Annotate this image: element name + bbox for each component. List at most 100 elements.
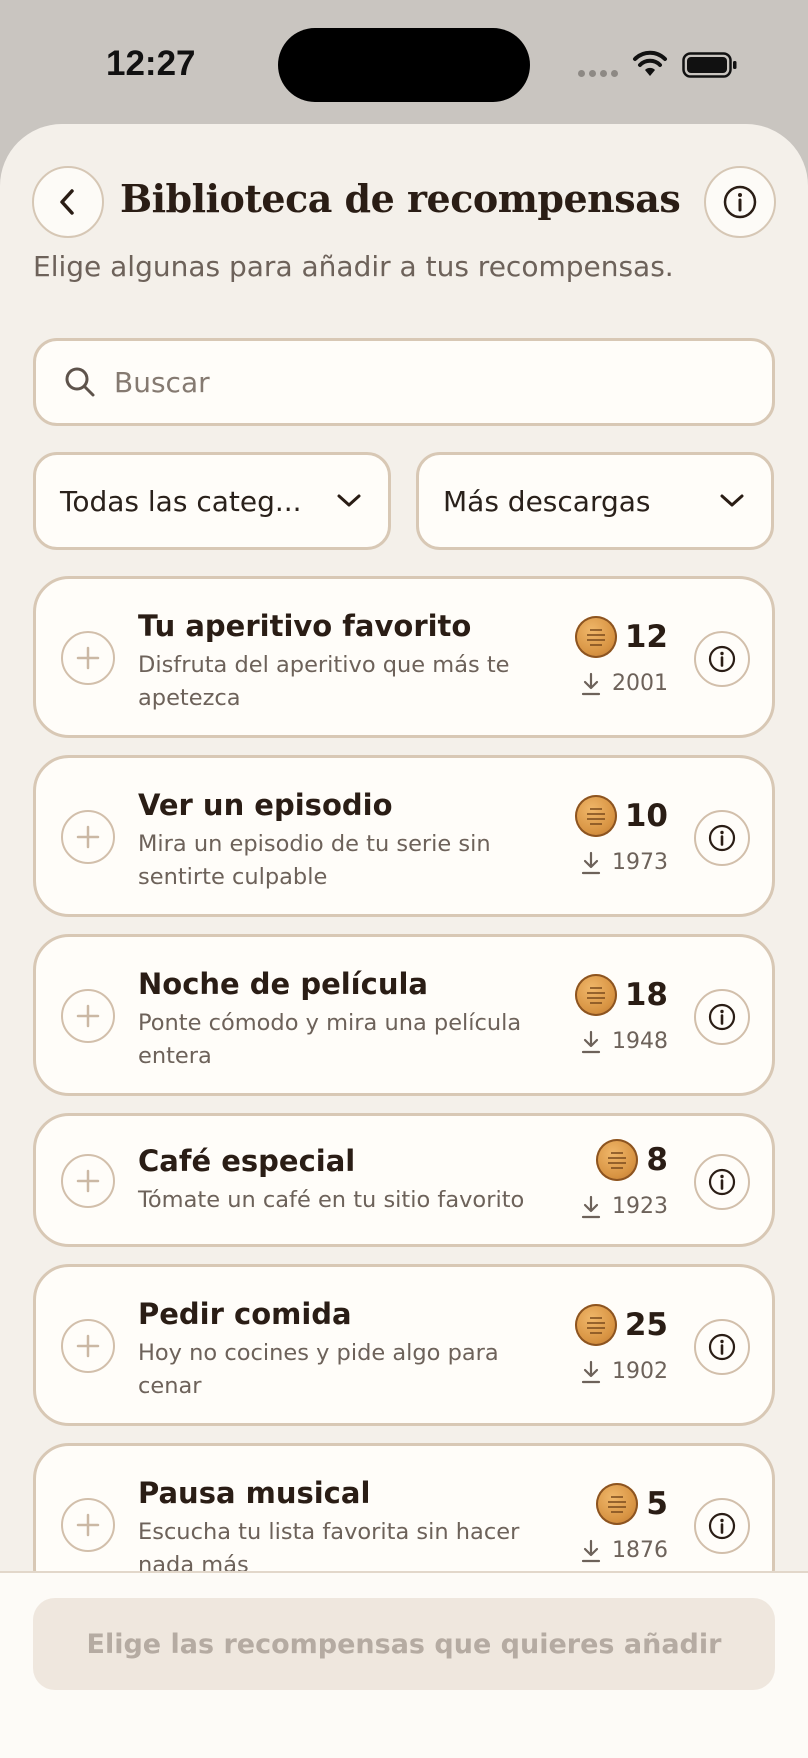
coin-value: 12 <box>624 619 668 655</box>
plus-icon <box>76 646 100 670</box>
reward-title: Noche de película <box>138 967 428 1001</box>
reward-card[interactable]: Ver un episodio Mira un episodio de tu s… <box>33 755 775 917</box>
plus-icon <box>76 1169 100 1193</box>
chevron-down-icon <box>337 494 361 507</box>
coin-icon <box>574 795 617 837</box>
info-icon <box>708 1168 736 1196</box>
download-icon <box>581 1539 601 1562</box>
sort-dropdown-value: Más descargas <box>443 484 651 518</box>
coin-icon <box>596 1139 639 1181</box>
page-title: Biblioteca de recompensas <box>120 176 681 221</box>
reward-cost: 25 <box>574 1304 668 1346</box>
reward-cost: 18 <box>574 974 668 1016</box>
downloads-count: 2001 <box>612 671 668 696</box>
reward-title: Tu aperitivo favorito <box>138 609 472 643</box>
reward-info-button[interactable] <box>694 1498 750 1554</box>
info-icon <box>708 1333 736 1361</box>
bottom-action-bar: Elige las recompensas que quieres añadir <box>0 1571 808 1758</box>
reward-title: Café especial <box>138 1144 356 1178</box>
coin-icon <box>574 616 617 658</box>
reward-cost: 8 <box>596 1139 668 1181</box>
reward-downloads: 2001 <box>580 671 668 696</box>
reward-cost: 12 <box>574 616 668 658</box>
info-icon <box>708 1003 736 1031</box>
reward-description: Mira un episodio de tu serie sin sentirt… <box>138 831 491 890</box>
back-icon <box>60 189 74 215</box>
reward-info-button[interactable] <box>694 1154 750 1210</box>
plus-icon <box>76 1513 100 1537</box>
reward-title: Ver un episodio <box>138 788 393 822</box>
plus-icon <box>76 1334 100 1358</box>
add-reward-button[interactable] <box>61 1154 115 1208</box>
coin-value: 25 <box>624 1307 668 1343</box>
reward-title: Pausa musical <box>138 1476 371 1510</box>
reward-downloads: 1876 <box>580 1538 668 1563</box>
category-dropdown-value: Todas las categ... <box>60 484 302 518</box>
reward-downloads: 1948 <box>580 1029 668 1054</box>
coin-icon <box>574 974 617 1016</box>
coin-value: 8 <box>646 1142 668 1178</box>
download-icon <box>581 1030 601 1053</box>
downloads-count: 1973 <box>612 850 668 875</box>
coin-value: 18 <box>624 977 668 1013</box>
reward-downloads: 1923 <box>580 1194 668 1219</box>
reward-info-button[interactable] <box>694 989 750 1045</box>
download-icon <box>581 1195 601 1218</box>
status-bar: 12:27 <box>0 0 808 125</box>
info-icon <box>708 645 736 673</box>
reward-info-button[interactable] <box>694 631 750 687</box>
wifi-icon <box>633 50 667 76</box>
downloads-count: 1902 <box>612 1359 668 1384</box>
status-time: 12:27 <box>106 44 196 83</box>
reward-card[interactable]: Café especial Tómate un café en tu sitio… <box>33 1113 775 1247</box>
reward-description: Ponte cómodo y mira una película entera <box>138 1010 522 1069</box>
sort-dropdown[interactable]: Más descargas <box>416 452 774 550</box>
page-subtitle: Elige algunas para añadir a tus recompen… <box>33 250 674 283</box>
info-icon <box>708 1512 736 1540</box>
cellular-signal-icon <box>578 70 618 77</box>
search-input[interactable] <box>114 365 714 399</box>
coin-value: 10 <box>624 798 668 834</box>
reward-card[interactable]: Pedir comida Hoy no cocines y pide algo … <box>33 1264 775 1426</box>
downloads-count: 1923 <box>612 1194 668 1219</box>
downloads-count: 1876 <box>612 1538 668 1563</box>
download-icon <box>581 851 601 874</box>
battery-icon <box>682 52 737 78</box>
coin-icon <box>574 1304 617 1346</box>
download-icon <box>581 1360 601 1383</box>
reward-description: Hoy no cocines y pide algo para cenar <box>138 1340 499 1399</box>
download-icon <box>581 672 601 695</box>
reward-library-sheet: Biblioteca de recompensas Elige algunas … <box>0 124 808 1758</box>
category-dropdown[interactable]: Todas las categ... <box>33 452 391 550</box>
reward-description: Disfruta del aperitivo que más te apetez… <box>138 652 510 711</box>
reward-card[interactable]: Noche de película Ponte cómodo y mira un… <box>33 934 775 1096</box>
reward-info-button[interactable] <box>694 1319 750 1375</box>
reward-title: Pedir comida <box>138 1297 352 1331</box>
add-reward-button[interactable] <box>61 631 115 685</box>
info-button[interactable] <box>704 166 776 238</box>
dynamic-island <box>278 28 530 102</box>
reward-card[interactable]: Tu aperitivo favorito Disfruta del aperi… <box>33 576 775 738</box>
reward-description: Tómate un café en tu sitio favorito <box>138 1187 525 1213</box>
add-reward-button[interactable] <box>61 810 115 864</box>
downloads-count: 1948 <box>612 1029 668 1054</box>
plus-icon <box>76 1004 100 1028</box>
add-reward-button[interactable] <box>61 1319 115 1373</box>
search-box[interactable] <box>33 338 775 426</box>
info-icon <box>708 824 736 852</box>
add-reward-button[interactable] <box>61 1498 115 1552</box>
reward-downloads: 1973 <box>580 850 668 875</box>
reward-cost: 5 <box>596 1483 668 1525</box>
reward-cost: 10 <box>574 795 668 837</box>
info-icon <box>723 185 757 219</box>
add-selected-rewards-button[interactable]: Elige las recompensas que quieres añadir <box>33 1598 775 1690</box>
coin-icon <box>596 1483 639 1525</box>
search-icon <box>65 367 95 397</box>
add-reward-button[interactable] <box>61 989 115 1043</box>
chevron-down-icon <box>720 494 744 507</box>
reward-downloads: 1902 <box>580 1359 668 1384</box>
reward-info-button[interactable] <box>694 810 750 866</box>
coin-value: 5 <box>646 1486 668 1522</box>
back-button[interactable] <box>32 166 104 238</box>
plus-icon <box>76 825 100 849</box>
